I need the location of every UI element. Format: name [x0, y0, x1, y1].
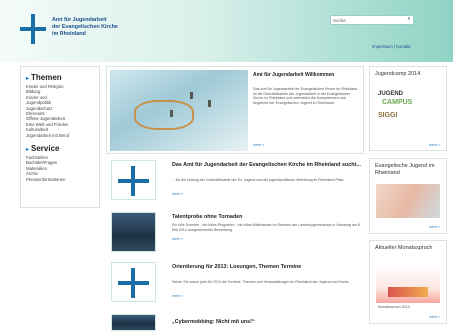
right-box-ev-jugend: Evangelische Jugend im Rheinland mehr >: [369, 158, 447, 234]
search-input[interactable]: Suche: [330, 15, 414, 25]
more-link[interactable]: mehr >: [429, 225, 440, 229]
news-title[interactable]: „Cybermobbing: Nicht mit uns!“: [172, 319, 362, 326]
cross-logo-icon[interactable]: [20, 14, 46, 44]
news-text: ... für die Leitung der Geschäftsstelle …: [172, 178, 345, 182]
sidebar: ▸ Themen Kinder und Religion Bildung Kind…: [20, 66, 100, 208]
news-title[interactable]: Das Amt für Jugendarbeit der Evangelisch…: [172, 162, 362, 169]
more-link[interactable]: mehr >: [172, 192, 183, 196]
chevron-right-icon: ▸: [26, 76, 30, 82]
news-title[interactable]: Orientierung für 2013: Losungen, Themen …: [172, 264, 362, 271]
cross-logo-icon[interactable]: [111, 160, 156, 200]
more-link[interactable]: mehr >: [429, 315, 440, 319]
news-item: Das Amt für Jugendarbeit der Evangelisch…: [106, 160, 364, 204]
more-link[interactable]: mehr >: [253, 143, 264, 147]
sidebar-item[interactable]: Presseinformationen: [26, 177, 94, 182]
news-title[interactable]: Talentprobe ohne Tornaden: [172, 214, 362, 221]
news-text: Ein tolle Sommer - ein tolles Programm -…: [172, 223, 361, 232]
news-item: „Cybermobbing: Nicht mit uns!“: [106, 314, 364, 331]
org-line: Amt für Jugendarbeit: [52, 17, 107, 23]
monatsspruch-image[interactable]: [376, 265, 440, 303]
more-link[interactable]: mehr >: [429, 143, 440, 147]
sidebar-item[interactable]: Jugendarbeit mit Beruf: [26, 133, 94, 138]
org-line: im Rheinland: [52, 31, 86, 37]
feature-text: Das Amt für Jugendarbeit der Evangelisch…: [253, 87, 358, 106]
feature-photo[interactable]: [110, 70, 248, 151]
right-box-monatsspruch: Aktueller Monatsspruch Monatsspruch 2013…: [369, 240, 447, 324]
box-title[interactable]: Evangelische Jugend im Rheinland: [375, 163, 445, 176]
feature-title[interactable]: Amt für Jugendarbeit Willkommen: [253, 72, 358, 78]
figure-icon: [208, 100, 211, 107]
figure-icon: [190, 92, 193, 99]
right-box-jugendcamp: Jugendcamp 2014 JUGEND CAMPUS SIGGI mehr…: [369, 66, 447, 151]
figure-icon: [170, 110, 173, 117]
cross-logo-icon[interactable]: [111, 262, 156, 302]
sidebar-section-themen[interactable]: ▸ Themen: [26, 73, 94, 82]
box-title[interactable]: Aktueller Monatsspruch: [375, 245, 445, 252]
more-link[interactable]: mehr >: [172, 237, 183, 241]
news-photo[interactable]: [111, 314, 156, 331]
section-label: Themen: [31, 73, 62, 82]
sidebar-section-service[interactable]: ▸ Service: [26, 144, 94, 153]
news-item: Orientierung für 2013: Losungen, Themen …: [106, 262, 364, 306]
cord-shape: [134, 100, 194, 130]
box-title[interactable]: Jugendcamp 2014: [375, 71, 445, 78]
more-link[interactable]: mehr >: [172, 294, 183, 298]
organization-name[interactable]: Amt für Jugendarbeit der Evangelischen K…: [52, 17, 118, 38]
org-line: der Evangelischen Kirche: [52, 24, 118, 30]
feature-box: Amt für Jugendarbeit Willkommen Das Amt …: [106, 66, 364, 154]
campus-text: SIGGI: [378, 112, 398, 119]
image-caption: Monatsspruch 2013: [378, 305, 410, 309]
people-photo[interactable]: [376, 184, 440, 218]
news-item: Talentprobe ohne Tornaden Ein tolle Somm…: [106, 212, 364, 256]
campus-logo[interactable]: JUGEND CAMPUS SIGGI: [378, 91, 440, 127]
news-photo[interactable]: [111, 212, 156, 252]
search-icon[interactable]: ⌕: [404, 15, 414, 25]
news-text: Sehen Sie schon jetzt für 2013 die Termi…: [172, 280, 350, 284]
campus-text: CAMPUS: [382, 99, 413, 106]
section-label: Service: [31, 144, 60, 154]
campus-text: JUGEND: [378, 91, 404, 97]
top-links[interactable]: Impressum | Kontakt: [372, 44, 410, 49]
chevron-right-icon: ▸: [26, 147, 30, 154]
